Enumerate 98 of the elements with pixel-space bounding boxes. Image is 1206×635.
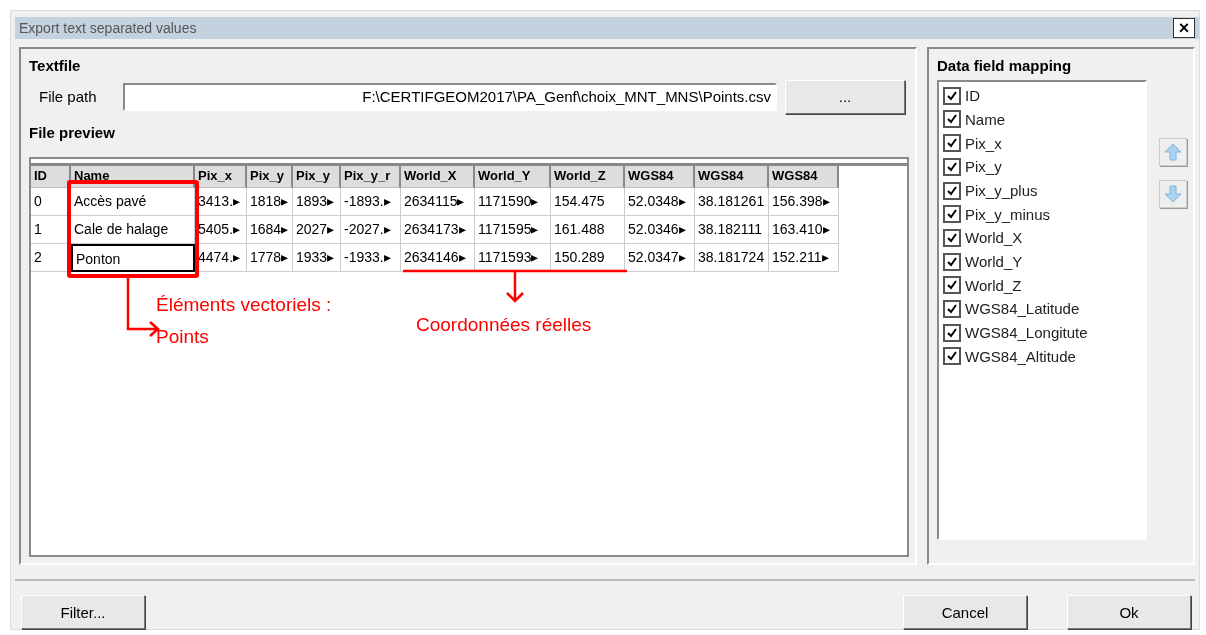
- table-cell: 1171590▸: [475, 187, 551, 216]
- table-cell: 52.0347▸: [625, 243, 695, 272]
- checkmark-icon: [946, 326, 958, 339]
- checkbox[interactable]: [943, 228, 961, 247]
- checkmark-icon: [946, 160, 958, 173]
- checkbox[interactable]: [943, 299, 961, 318]
- ok-button[interactable]: Ok: [1067, 595, 1191, 629]
- checkbox[interactable]: [943, 181, 961, 200]
- checkbox[interactable]: [943, 205, 961, 224]
- table-cell: 2027▸: [293, 215, 341, 244]
- column-header[interactable]: WGS84: [769, 165, 839, 188]
- checkmark-icon: [946, 208, 958, 221]
- table-cell: 52.0348▸: [625, 187, 695, 216]
- table-cell: 3413.▸: [195, 187, 247, 216]
- cancel-button[interactable]: Cancel: [903, 595, 1027, 629]
- table-cell: 163.410▸: [769, 215, 839, 244]
- table-cell: -1933.▸: [341, 243, 401, 272]
- table-cell: 1933▸: [293, 243, 341, 272]
- field-label: ID: [965, 87, 980, 105]
- browse-button[interactable]: ...: [785, 79, 905, 114]
- down-arrow-icon: [1163, 183, 1183, 204]
- table-cell: 38.181724: [695, 243, 769, 272]
- column-header[interactable]: WGS84: [625, 165, 695, 188]
- checkmark-icon: [946, 255, 958, 268]
- column-header[interactable]: World_Y: [475, 165, 551, 188]
- file-path-field[interactable]: F:\CERTIFGEOM2017\PA_Genf\choix_MNT_MNS\Points.csv: [123, 82, 777, 111]
- table-cell: 38.181261: [695, 187, 769, 216]
- table-cell: 1778▸: [247, 243, 293, 272]
- field-label: Name: [965, 110, 1005, 128]
- table-cell: -2027.▸: [341, 215, 401, 244]
- column-header[interactable]: Pix_x: [195, 165, 247, 188]
- field-label: Pix_y: [965, 158, 1002, 176]
- field-label: Pix_y_minus: [965, 205, 1051, 223]
- checkbox[interactable]: [943, 134, 961, 153]
- table-cell: 2634115▸: [401, 187, 475, 216]
- close-button[interactable]: ×: [1173, 17, 1195, 38]
- annotation-label: Éléments vectoriels : Points: [156, 292, 333, 349]
- up-arrow-icon: [1163, 141, 1183, 162]
- checkbox[interactable]: [943, 347, 961, 366]
- table-cell: 2634173▸: [401, 215, 475, 244]
- table-cell: 0: [31, 187, 71, 216]
- table-cell: 154.475: [551, 187, 625, 216]
- table-cell: 1818▸: [247, 187, 293, 216]
- table-cell: 2: [31, 243, 71, 272]
- table-cell: -1893.▸: [341, 187, 401, 216]
- checkmark-icon: [946, 279, 958, 292]
- checkmark-icon: [946, 137, 958, 150]
- checkmark-icon: [946, 302, 958, 315]
- table-cell: Ponton: [71, 243, 195, 272]
- table-cell: 2634146▸: [401, 243, 475, 272]
- checkmark-icon: [946, 113, 958, 126]
- table-cell: 1684▸: [247, 215, 293, 244]
- table-cell: 1: [31, 215, 71, 244]
- column-header[interactable]: Pix_y_r: [341, 165, 401, 188]
- table-cell: 1171593▸: [475, 243, 551, 272]
- field-label: World_X: [965, 229, 1023, 247]
- table-cell: Accès pavé: [71, 187, 195, 216]
- section-heading: File preview: [29, 123, 116, 141]
- filter-button[interactable]: Filter...: [21, 595, 145, 629]
- checkbox[interactable]: [943, 323, 961, 342]
- field-label: World_Z: [965, 276, 1022, 294]
- column-header[interactable]: Pix_y: [247, 165, 293, 188]
- field-label: File path: [39, 88, 98, 106]
- field-label: WGS84_Latitude: [965, 300, 1080, 318]
- table-cell: 150.289: [551, 243, 625, 272]
- column-header[interactable]: World_Z: [551, 165, 625, 188]
- table-cell: 52.0346▸: [625, 215, 695, 244]
- table-cell: 156.398▸: [769, 187, 839, 216]
- checkbox[interactable]: [943, 252, 961, 271]
- field-label: World_Y: [965, 253, 1023, 271]
- field-label: Pix_y_plus: [965, 182, 1038, 199]
- checkbox[interactable]: [943, 86, 961, 105]
- checkbox[interactable]: [943, 276, 961, 295]
- column-header[interactable]: World_X: [401, 165, 475, 188]
- annotation-label: Coordonnées réelles: [416, 312, 592, 337]
- table-cell: 1893▸: [293, 187, 341, 216]
- field-label: Pix_x: [965, 134, 1002, 152]
- table-cell: Cale de halage: [71, 215, 195, 244]
- column-header[interactable]: Pix_y: [293, 165, 341, 188]
- section-heading: Textfile: [29, 56, 82, 74]
- checkmark-icon: [946, 231, 958, 244]
- field-label: WGS84_Longitute: [965, 324, 1088, 342]
- table-cell: 5405.▸: [195, 215, 247, 244]
- table-cell: 161.488: [551, 215, 625, 244]
- checkmark-icon: [946, 350, 958, 363]
- section-heading: Data field mapping: [937, 56, 1073, 74]
- table-cell: 1171595▸: [475, 215, 551, 244]
- column-header[interactable]: ID: [31, 165, 71, 188]
- table-cell: 38.182111: [695, 215, 769, 244]
- checkmark-icon: [946, 184, 958, 197]
- window-title: Export text separated values: [19, 19, 197, 36]
- checkbox[interactable]: [943, 110, 961, 129]
- table-cell: 4474.▸: [195, 243, 247, 272]
- table-cell: 152.211▸: [769, 243, 839, 272]
- checkmark-icon: [946, 89, 958, 102]
- checkbox[interactable]: [943, 157, 961, 176]
- column-header[interactable]: WGS84: [695, 165, 769, 188]
- field-label: WGS84_Altitude: [965, 347, 1076, 365]
